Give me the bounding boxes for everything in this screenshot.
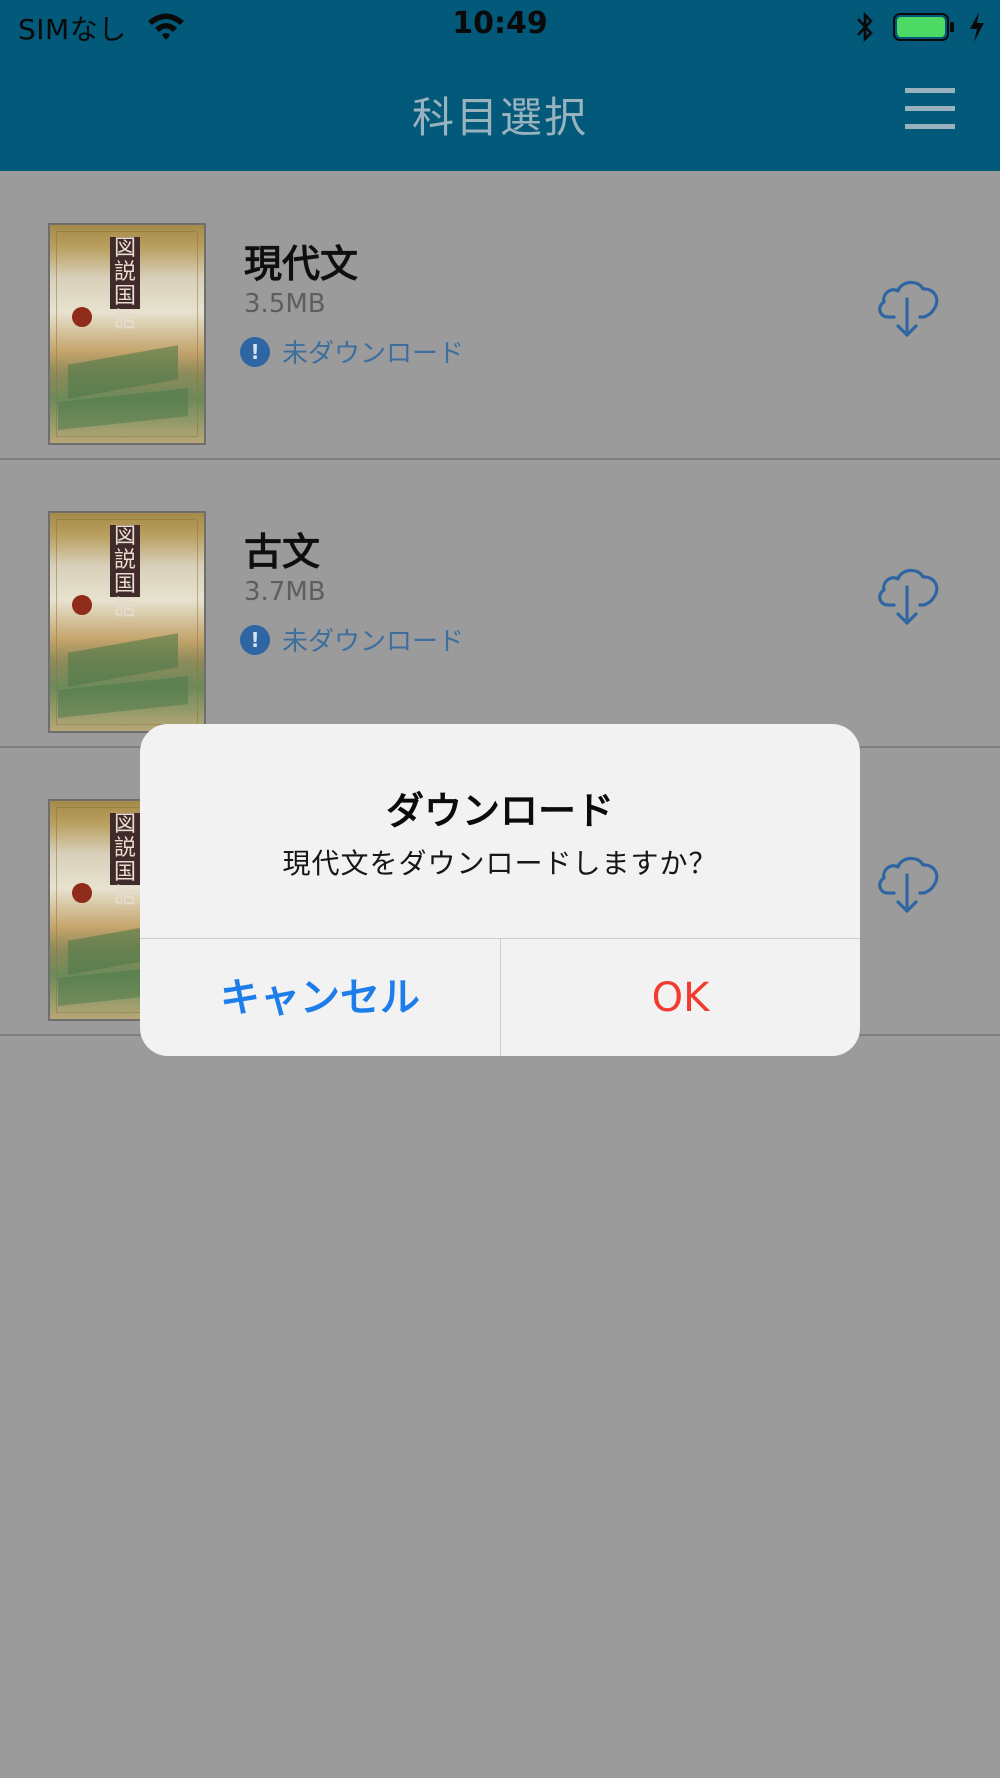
bluetooth-icon (857, 11, 873, 43)
download-status: ! 未ダウンロード (240, 621, 464, 657)
download-confirm-dialog: ダウンロード 現代文をダウンロードしますか？ キャンセル OK (140, 724, 860, 1056)
ok-button[interactable]: OK (500, 939, 860, 1056)
status-bar: SIMなし 10:49 (0, 0, 1000, 52)
list-item[interactable]: 図説国語 現代文 3.5MB ! 未ダウンロード (0, 171, 1000, 460)
exclamation-icon: ! (240, 624, 270, 655)
hamburger-menu-icon[interactable] (905, 88, 955, 134)
cover-title: 図説国語 (110, 525, 140, 621)
battery-icon (893, 13, 954, 41)
list-item[interactable]: 図説国語 古文 3.7MB ! 未ダウンロード (0, 459, 1000, 748)
textbook-cover-thumbnail: 図説国語 (48, 223, 206, 445)
dialog-button-row: キャンセル OK (140, 938, 860, 1056)
dialog-title: ダウンロード (385, 789, 614, 833)
cancel-button[interactable]: キャンセル (140, 939, 500, 1056)
exclamation-icon: ! (240, 336, 270, 367)
file-size: 3.5MB (244, 289, 326, 319)
file-size: 3.7MB (244, 577, 326, 607)
status-time: 10:49 (452, 6, 548, 41)
cover-title: 図説国語 (110, 237, 140, 333)
cover-title: 図説国語 (110, 813, 140, 909)
cloud-download-icon[interactable] (874, 271, 944, 341)
page-title: 科目選択 (411, 93, 588, 142)
dialog-message: 現代文をダウンロードしますか？ (282, 847, 718, 880)
top-bar: SIMなし 10:49 科目選択 (0, 0, 1000, 171)
cloud-download-icon[interactable] (874, 847, 944, 917)
subject-title: 古文 (244, 530, 321, 574)
download-status-label: 未ダウンロード (282, 339, 465, 369)
download-status-label: 未ダウンロード (282, 627, 465, 657)
cloud-download-icon[interactable] (874, 559, 944, 629)
charging-bolt-icon (970, 12, 984, 42)
download-status: ! 未ダウンロード (240, 333, 464, 369)
subject-title: 現代文 (244, 242, 359, 286)
textbook-cover-thumbnail: 図説国語 (48, 511, 206, 733)
